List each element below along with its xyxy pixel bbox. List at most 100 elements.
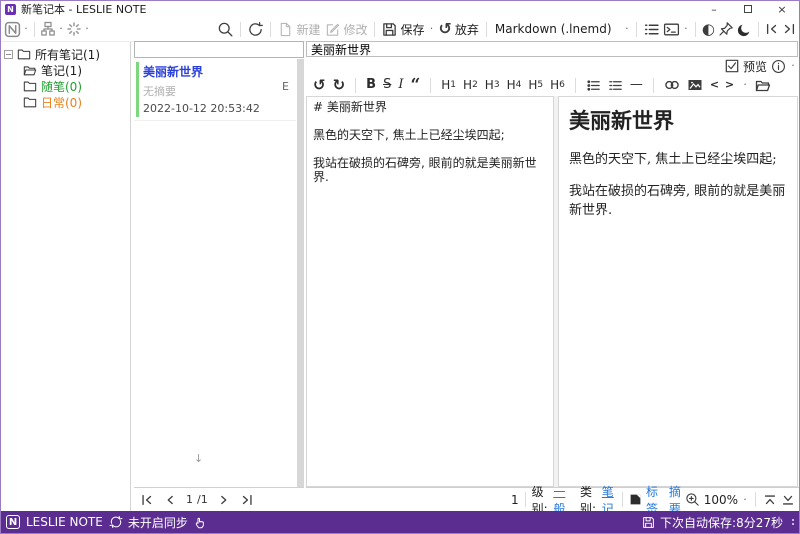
bold-button[interactable]: B [366, 78, 376, 92]
scroll-top-button[interactable] [763, 493, 777, 507]
zoom-in-button[interactable] [685, 492, 700, 507]
bookmark-icon [629, 493, 642, 506]
preview-paragraph: 黑色的天空下, 焦土上已经尘埃四起; [569, 152, 777, 167]
contrast-icon[interactable]: ◐ [702, 22, 715, 37]
code-dropdown[interactable]: · [742, 79, 748, 90]
save-icon [383, 22, 397, 36]
terminal-dropdown[interactable]: · [683, 23, 689, 34]
pin-button[interactable] [718, 21, 734, 37]
preview-heading: 美丽新世界 [569, 108, 674, 133]
pin-icon [719, 22, 733, 36]
bullet-list-button[interactable] [586, 78, 601, 93]
outline-button[interactable] [643, 21, 660, 38]
maximize-button[interactable] [731, 1, 765, 17]
info-button[interactable] [771, 59, 786, 74]
save-dropdown[interactable]: · [428, 23, 434, 34]
prev-page-button[interactable] [163, 493, 177, 507]
status-app-name: LESLIE NOTE [26, 515, 103, 529]
app-menu-button[interactable] [4, 21, 21, 38]
sync-status-group[interactable]: 未开启同步 [109, 514, 188, 531]
page-current[interactable]: 1 [186, 493, 193, 506]
markdown-source-editor[interactable]: # 美丽新世界 黑色的天空下, 焦土上已经尘埃四起; 我站在破损的石碑旁, 眼前… [306, 96, 554, 487]
h3-button[interactable]: H3 [485, 78, 500, 92]
zoom-dropdown[interactable]: · [742, 494, 748, 505]
notebook-tree-button[interactable] [40, 21, 56, 37]
attach-file-button[interactable] [755, 77, 771, 93]
touch-mode-button[interactable] [194, 516, 207, 529]
resize-grip[interactable] [792, 519, 794, 525]
collapse-toggle-icon[interactable]: − [4, 49, 13, 59]
code-button[interactable]: < > [710, 78, 735, 92]
last-page-button[interactable] [240, 493, 254, 507]
h6-button[interactable]: H6 [550, 78, 565, 92]
app-logo-icon: N [6, 515, 20, 529]
note-title-input[interactable] [306, 41, 798, 57]
window-title: 新笔记本 - LESLIE NOTE [21, 3, 147, 16]
save-button[interactable]: 保存 [381, 21, 425, 38]
scroll-bottom-button[interactable] [781, 493, 795, 507]
sidebar-item-notes[interactable]: 笔记(1) [1, 62, 130, 78]
markdown-preview[interactable]: 美丽新世界 黑色的天空下, 焦土上已经尘埃四起; 我站在破损的石碑旁, 眼前的就… [558, 96, 798, 487]
h2-button[interactable]: H2 [463, 78, 478, 92]
format-dropdown[interactable]: · [624, 23, 630, 34]
dark-mode-button[interactable] [737, 22, 752, 37]
strikethrough-button[interactable]: S [383, 78, 391, 92]
status-bar: N LESLIE NOTE 未开启同步 下次自动保存:8分27秒 [1, 511, 799, 533]
outline-icon [644, 24, 659, 34]
close-button[interactable]: × [765, 1, 799, 17]
search-icon [219, 22, 233, 37]
redo-button[interactable]: ↻ [333, 78, 346, 93]
app-logo-icon: N [5, 3, 16, 15]
note-item-badge: E [282, 80, 289, 93]
sidebar-item-essays[interactable]: 随笔(0) [1, 78, 130, 94]
note-filter-input[interactable] [134, 41, 304, 58]
minimize-button[interactable]: – [697, 1, 731, 17]
bullet-list-icon [587, 79, 600, 91]
format-selector-value: Markdown (.lnemd) [494, 22, 612, 36]
scroll-top-icon [764, 494, 776, 504]
modify-label: 修改 [343, 22, 368, 37]
info-icon [772, 59, 785, 73]
discard-button[interactable]: ↺ 放弃 [437, 21, 479, 38]
note-list-scrollbar[interactable] [297, 59, 304, 487]
app-logo-outline-icon [4, 21, 21, 37]
preview-checkbox[interactable] [725, 59, 739, 73]
touch-icon [195, 517, 204, 528]
terminal-button[interactable] [663, 21, 680, 38]
image-button[interactable] [687, 77, 703, 93]
horizontal-rule-button[interactable]: — [630, 78, 643, 92]
editor-status-bar: 1 级别: 一般 类别: 笔记 标签 摘要 100% · [306, 485, 799, 516]
sidebar-item-daily[interactable]: 日常(0) [1, 94, 130, 110]
h4-button[interactable]: H4 [507, 78, 522, 92]
search-button[interactable] [217, 21, 234, 38]
format-selector[interactable]: Markdown (.lnemd) [493, 22, 621, 36]
note-list-item[interactable]: 美丽新世界 无摘要 2022-10-12 20:53:42 E [134, 59, 296, 121]
app-menu-dropdown[interactable]: · [23, 23, 29, 34]
dark-mode-icon [737, 24, 750, 36]
ordered-list-button[interactable] [608, 78, 623, 93]
recent-button[interactable] [66, 21, 82, 37]
undo-button[interactable]: ↺ [313, 78, 326, 93]
modify-button[interactable]: 修改 [324, 21, 368, 38]
sidebar-item-all-notes[interactable]: − 所有笔记(1) [1, 46, 130, 62]
recent-dropdown[interactable]: · [84, 23, 90, 34]
blockquote-button[interactable]: “ [410, 77, 420, 94]
refresh-button[interactable] [247, 21, 264, 38]
first-page-button[interactable] [140, 493, 154, 507]
sidebar-item-label: 笔记(1) [41, 63, 82, 78]
next-page-button[interactable] [217, 493, 231, 507]
maximize-icon [744, 5, 752, 13]
collapse-right-button[interactable] [782, 22, 796, 36]
note-item-datetime: 2022-10-12 20:53:42 [143, 102, 260, 115]
new-note-button[interactable]: 新建 [277, 21, 321, 38]
link-button[interactable] [664, 77, 680, 93]
info-dropdown[interactable]: · [790, 60, 796, 71]
tree-dropdown[interactable]: · [58, 23, 64, 34]
collapse-left-button[interactable] [765, 22, 779, 36]
h5-button[interactable]: H5 [528, 78, 543, 92]
folder-icon [17, 49, 31, 60]
italic-button[interactable]: I [398, 78, 403, 92]
autosave-icon [643, 516, 654, 528]
h1-button[interactable]: H1 [441, 78, 456, 92]
note-accent-bar [136, 62, 139, 117]
